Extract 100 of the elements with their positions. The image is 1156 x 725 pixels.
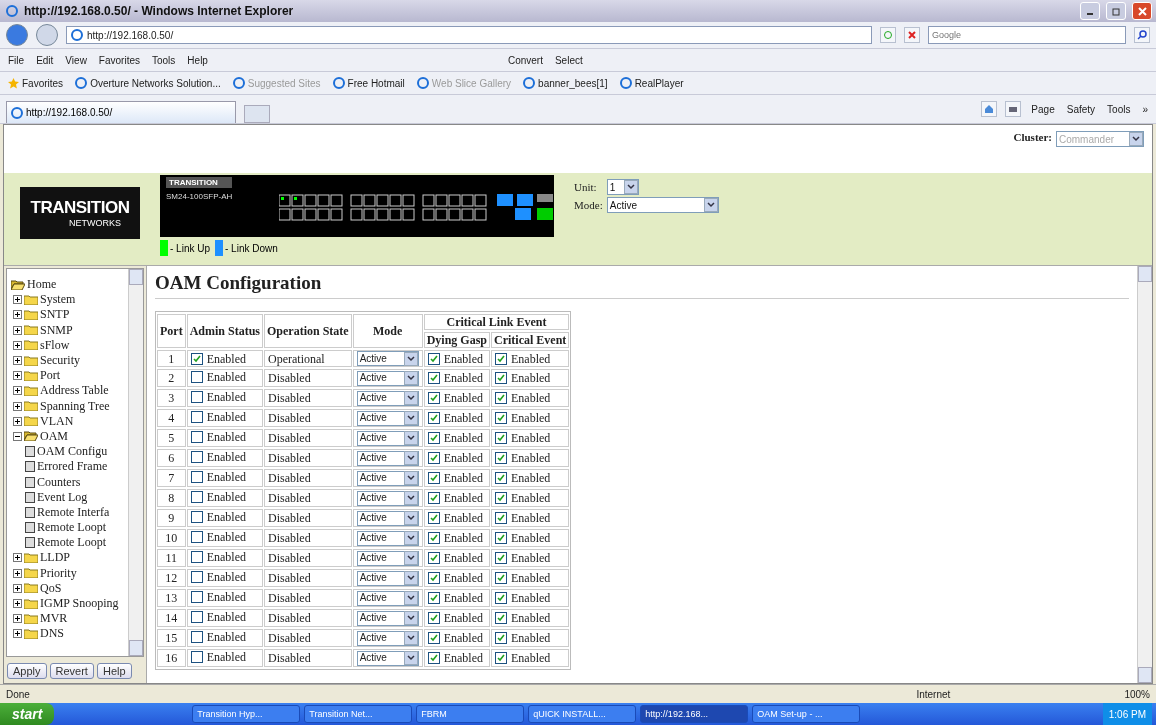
taskbar-button[interactable]: qUICK INSTALL...: [528, 705, 637, 723]
mode-dropdown[interactable]: Active: [356, 530, 419, 546]
expand-icon[interactable]: [13, 599, 22, 609]
mode-dropdown[interactable]: Active: [356, 570, 419, 586]
tree-item[interactable]: DNS: [11, 626, 128, 642]
form-button[interactable]: Revert: [49, 663, 94, 679]
command-button[interactable]: Safety: [1064, 103, 1098, 115]
expand-icon[interactable]: [13, 310, 22, 320]
command-button[interactable]: Page: [1029, 103, 1057, 115]
print-button[interactable]: [1005, 101, 1022, 117]
favorites-item[interactable]: RealPlayer: [617, 77, 686, 89]
tree-item[interactable]: Priority: [11, 565, 128, 581]
mode-dropdown[interactable]: Active: [356, 470, 419, 486]
tree-item[interactable]: QoS: [11, 580, 128, 596]
unit-select[interactable]: 1: [606, 179, 639, 195]
tree-item[interactable]: SNMP: [11, 322, 128, 338]
restore-button[interactable]: [1106, 2, 1126, 20]
tree-item[interactable]: sFlow: [11, 337, 128, 353]
tree-item[interactable]: OAM: [11, 428, 128, 445]
menu-item[interactable]: Help: [185, 54, 210, 66]
taskbar-button[interactable]: Transition Hyp...: [192, 705, 301, 723]
mode-dropdown[interactable]: Active: [356, 450, 419, 466]
mode-dropdown[interactable]: Active: [356, 390, 419, 406]
taskbar-button[interactable]: http://192.168...: [640, 705, 749, 723]
mode-dropdown[interactable]: Active: [356, 351, 419, 366]
expand-icon[interactable]: [13, 401, 22, 411]
scrollbar[interactable]: [1137, 266, 1152, 683]
favorites-item[interactable]: Favorites: [6, 77, 66, 89]
zoom-level[interactable]: 100%: [1124, 688, 1150, 700]
favorites-item[interactable]: banner_bees[1]: [521, 77, 610, 89]
expand-icon[interactable]: [13, 371, 22, 381]
tree-item[interactable]: Address Table: [11, 383, 128, 399]
expand-icon[interactable]: [13, 568, 22, 578]
mode-dropdown[interactable]: Active: [356, 490, 419, 506]
close-button[interactable]: [1132, 2, 1152, 20]
menu-item[interactable]: Tools: [150, 54, 178, 66]
browser-tab[interactable]: http://192.168.0.50/: [6, 101, 236, 123]
mode-dropdown[interactable]: Active: [356, 510, 419, 526]
tree-item[interactable]: SNTP: [11, 307, 128, 323]
expand-icon[interactable]: [13, 295, 22, 305]
menu-item[interactable]: Favorites: [96, 54, 142, 66]
taskbar-button[interactable]: OAM Set-up - ...: [752, 705, 861, 723]
scrollbar[interactable]: [128, 269, 143, 656]
expand-icon[interactable]: [13, 386, 22, 396]
search-field[interactable]: Google: [928, 26, 1126, 44]
toolbar-button[interactable]: Convert: [505, 54, 545, 66]
tree-item[interactable]: OAM Configu: [11, 444, 128, 460]
taskbar-button[interactable]: FBRM: [416, 705, 525, 723]
search-button[interactable]: [1134, 27, 1150, 43]
back-button[interactable]: [6, 24, 28, 46]
home-button[interactable]: [981, 101, 998, 117]
forward-button[interactable]: [36, 24, 58, 46]
menu-item[interactable]: Edit: [34, 54, 56, 66]
favorites-item[interactable]: Free Hotmail: [330, 77, 407, 89]
form-button[interactable]: Apply: [7, 663, 47, 679]
mode-dropdown[interactable]: Active: [356, 650, 419, 666]
mode-dropdown[interactable]: Active: [356, 610, 419, 626]
form-button[interactable]: Help: [96, 663, 132, 679]
command-button[interactable]: Tools: [1105, 103, 1133, 115]
tree-item[interactable]: VLAN: [11, 413, 128, 429]
expand-icon[interactable]: [13, 629, 22, 639]
mode-dropdown[interactable]: Active: [356, 370, 419, 386]
expand-icon[interactable]: [13, 583, 22, 593]
expand-icon[interactable]: [13, 325, 22, 335]
minimize-button[interactable]: [1080, 2, 1100, 20]
menu-item[interactable]: View: [63, 54, 89, 66]
tree-item[interactable]: Security: [11, 352, 128, 369]
expand-icon[interactable]: [13, 356, 22, 366]
mode-dropdown[interactable]: Active: [356, 630, 419, 646]
start-button[interactable]: start: [0, 703, 55, 725]
tree-item[interactable]: Remote Loopt: [11, 535, 128, 551]
tree-item[interactable]: Counters: [11, 474, 128, 490]
tree-item[interactable]: LLDP: [11, 550, 128, 566]
command-button[interactable]: »: [1140, 103, 1150, 115]
tree-item[interactable]: Errored Frame: [11, 459, 128, 475]
tree-item[interactable]: Event Log: [11, 489, 128, 505]
tree-item[interactable]: Home: [11, 277, 128, 293]
collapse-icon[interactable]: [13, 431, 22, 441]
expand-icon[interactable]: [13, 416, 22, 426]
expand-icon[interactable]: [13, 340, 22, 350]
mode-select[interactable]: Active: [606, 197, 719, 213]
tree-item[interactable]: Port: [11, 368, 128, 384]
mode-dropdown[interactable]: Active: [356, 590, 419, 606]
expand-icon[interactable]: [13, 614, 22, 624]
menu-item[interactable]: File: [6, 54, 27, 66]
toolbar-button[interactable]: Select: [552, 54, 585, 66]
tree-item[interactable]: System: [11, 292, 128, 308]
stop-button[interactable]: [904, 27, 920, 43]
mode-dropdown[interactable]: Active: [356, 550, 419, 566]
mode-dropdown[interactable]: Active: [356, 410, 419, 426]
address-field[interactable]: http://192.168.0.50/: [66, 26, 872, 44]
taskbar-button[interactable]: Transition Net...: [304, 705, 413, 723]
favorites-item[interactable]: Overture Networks Solution...: [73, 77, 223, 89]
tree-item[interactable]: Spanning Tree: [11, 398, 128, 414]
expand-icon[interactable]: [13, 553, 22, 563]
tree-item[interactable]: IGMP Snooping: [11, 595, 128, 612]
tree-item[interactable]: MVR: [11, 611, 128, 627]
tree-item[interactable]: Remote Loopt: [11, 520, 128, 536]
mode-dropdown[interactable]: Active: [356, 430, 419, 446]
tree-item[interactable]: Remote Interfa: [11, 504, 128, 520]
